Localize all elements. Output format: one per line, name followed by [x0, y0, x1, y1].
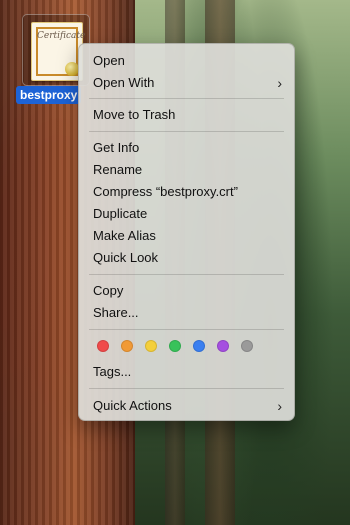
file-name-label[interactable]: bestproxy: [16, 86, 82, 104]
menu-item-make-alias[interactable]: Make Alias: [79, 225, 294, 247]
menu-item-label: Quick Look: [93, 250, 159, 265]
menu-item-label: Make Alias: [93, 228, 156, 243]
tag-gray-dot[interactable]: [241, 340, 253, 352]
menu-item-share[interactable]: Share...: [79, 302, 294, 324]
menu-item-quick-actions[interactable]: Quick Actions ›: [79, 395, 294, 417]
certificate-seal-icon: [65, 62, 79, 76]
menu-item-label: Compress “bestproxy.crt”: [93, 184, 238, 199]
menu-item-label: Get Info: [93, 140, 140, 155]
menu-item-label: Move to Trash: [93, 107, 176, 122]
chevron-right-icon: ›: [277, 75, 282, 91]
context-menu: Open Open With › Move to Trash Get Info …: [78, 43, 295, 421]
menu-item-move-to-trash[interactable]: Move to Trash: [79, 104, 294, 126]
tag-blue-dot[interactable]: [193, 340, 205, 352]
tag-red-dot[interactable]: [97, 340, 109, 352]
menu-separator: [89, 388, 284, 389]
menu-item-label: Copy: [93, 283, 124, 298]
menu-item-label: Open: [93, 53, 125, 68]
certificate-script-text: Certificate: [37, 31, 86, 41]
menu-item-open-with[interactable]: Open With ›: [79, 72, 294, 94]
chevron-right-icon: ›: [277, 398, 282, 414]
menu-item-label: Share...: [93, 305, 139, 320]
menu-item-label: Open With: [93, 75, 155, 90]
menu-item-label: Rename: [93, 162, 143, 177]
menu-item-tags[interactable]: Tags...: [79, 361, 294, 383]
menu-separator: [89, 98, 284, 99]
menu-separator: [89, 131, 284, 132]
menu-separator: [89, 274, 284, 275]
menu-item-quick-look[interactable]: Quick Look: [79, 247, 294, 269]
tag-color-row: [97, 340, 277, 354]
menu-item-open[interactable]: Open: [79, 50, 294, 72]
tag-purple-dot[interactable]: [217, 340, 229, 352]
menu-item-compress[interactable]: Compress “bestproxy.crt”: [79, 181, 294, 203]
menu-item-duplicate[interactable]: Duplicate: [79, 203, 294, 225]
menu-item-label: Tags...: [93, 364, 132, 379]
menu-item-label: Duplicate: [93, 206, 148, 221]
certificate-file-icon[interactable]: Certificate: [31, 22, 86, 81]
menu-item-rename[interactable]: Rename: [79, 159, 294, 181]
tag-green-dot[interactable]: [169, 340, 181, 352]
menu-item-label: Quick Actions: [93, 398, 172, 413]
tag-orange-dot[interactable]: [121, 340, 133, 352]
menu-separator: [89, 329, 284, 330]
menu-item-get-info[interactable]: Get Info: [79, 137, 294, 159]
menu-item-copy[interactable]: Copy: [79, 280, 294, 302]
tag-yellow-dot[interactable]: [145, 340, 157, 352]
